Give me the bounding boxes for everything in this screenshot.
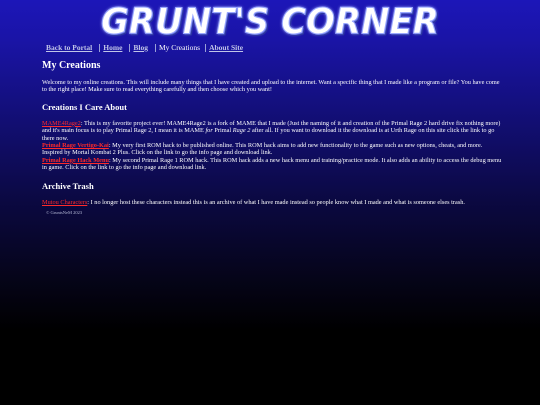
hack-menu-desc: : My second Primal Rage 1 ROM hack. This…	[42, 156, 502, 172]
mutou-characters-link[interactable]: Mutou Characters	[42, 199, 87, 206]
nav-separator	[155, 44, 157, 53]
creation-item-hack-menu: Primal Rage Hack Menu: My second Primal …	[42, 157, 502, 172]
site-logo: GRUNT'S CORNER	[101, 0, 440, 43]
footer-copyright: © GruntsNeM 2023	[46, 210, 83, 216]
intro-text: Welcome to my online creations. This wil…	[42, 79, 500, 94]
creations-list: MAME4Rage2: This is my favorite project …	[42, 120, 502, 172]
nav-back-to-portal-link[interactable]: Back to Portal	[46, 43, 92, 52]
page-title: My Creations	[42, 60, 101, 71]
nav-blog-link[interactable]: Blog	[133, 43, 148, 52]
hack-menu-link[interactable]: Primal Rage Hack Menu	[42, 157, 109, 164]
nav-separator	[129, 44, 131, 53]
nav-separator	[205, 44, 207, 53]
archive-list: Mutou Characters: I no longer host these…	[42, 199, 502, 206]
section-heading-archive: Archive Trash	[42, 180, 94, 191]
mame4rage2-desc-italic: for	[205, 127, 213, 135]
nav-home-link[interactable]: Home	[103, 43, 122, 52]
mame4rage2-desc-italic2: Rage 2	[232, 127, 251, 135]
mame4rage2-desc-b: Primal	[212, 127, 233, 135]
mutou-characters-desc: : I no longer host these characters inst…	[87, 198, 465, 206]
creation-item-mame4rage2: MAME4Rage2: This is my favorite project …	[42, 120, 502, 142]
nav-bar: Back to Portal Home Blog My Creations About …	[46, 43, 250, 53]
vertigo-kai-desc: : My very first ROM hack to be published…	[42, 142, 483, 157]
archive-item-mutou: Mutou Characters: I no longer host these…	[42, 199, 502, 206]
nav-separator	[99, 44, 101, 53]
main-content: My Creations Welcome to my online creati…	[42, 60, 502, 215]
creation-item-vertigo-kai: Primal Rage Vertigo-Kai: My very first R…	[42, 142, 502, 157]
section-heading-creations: Creations I Care About	[42, 101, 127, 112]
nav-about-site-link[interactable]: About Site	[209, 43, 243, 52]
mame4rage2-link[interactable]: MAME4Rage2	[42, 120, 81, 127]
nav-my-creations-current: My Creations	[159, 43, 201, 52]
vertigo-kai-link[interactable]: Primal Rage Vertigo-Kai	[42, 142, 109, 149]
